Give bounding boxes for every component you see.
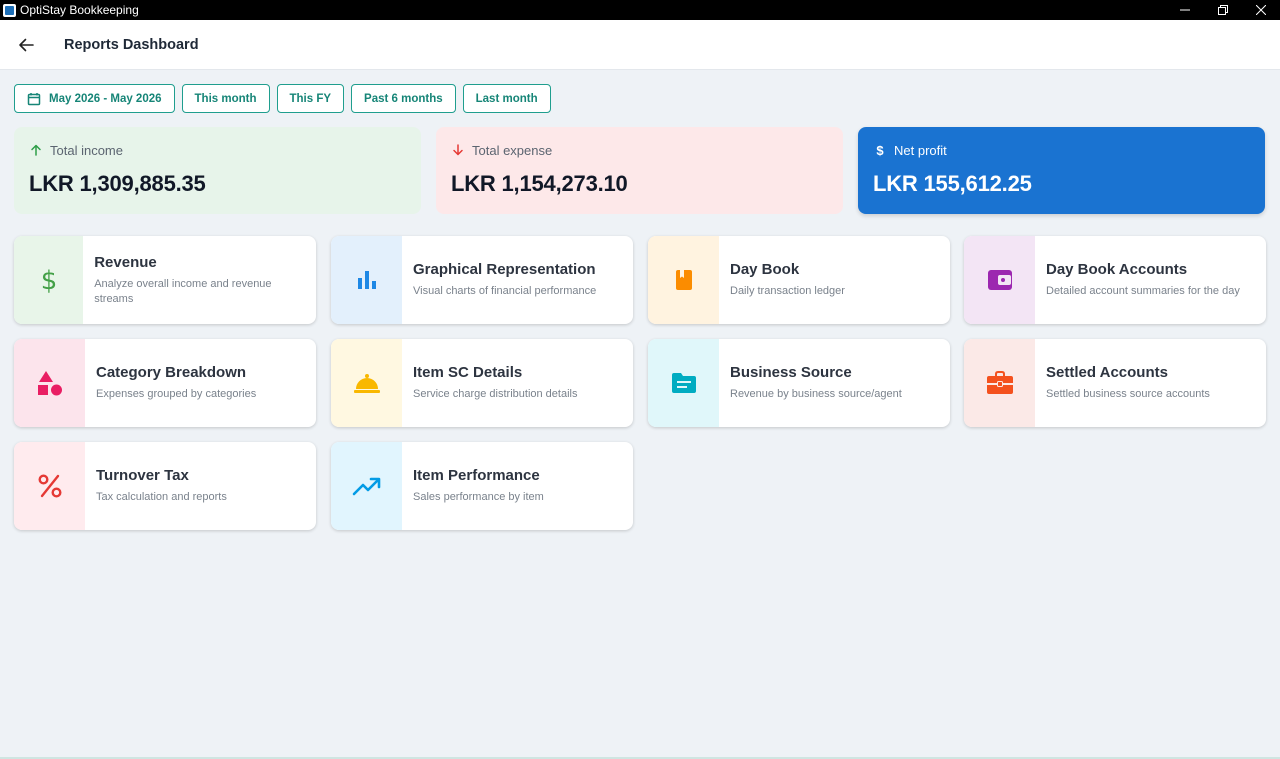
report-title: Day Book	[730, 261, 800, 278]
svg-text:$: $	[40, 266, 57, 294]
report-graphical-representation[interactable]: Graphical Representation Visual charts o…	[331, 236, 633, 324]
report-turnover-tax[interactable]: Turnover Tax Tax calculation and reports	[14, 442, 316, 530]
book-icon	[675, 270, 692, 290]
arrow-down-icon	[451, 144, 465, 156]
report-subtitle: Sales performance by item	[413, 491, 544, 503]
report-title: Settled Accounts	[1046, 364, 1168, 381]
briefcase-icon	[986, 371, 1013, 394]
dollar-icon: $	[876, 142, 884, 158]
arrow-up-icon	[29, 144, 43, 156]
past-6-months-chip[interactable]: Past 6 months	[351, 84, 456, 113]
report-subtitle: Service charge distribution details	[413, 388, 578, 400]
total-income-label: Total income	[50, 142, 123, 158]
report-subtitle: Visual charts of financial performance	[413, 285, 597, 297]
report-title: Category Breakdown	[96, 364, 247, 381]
calendar-icon	[27, 92, 41, 105]
report-item-sc-details[interactable]: Item SC Details Service charge distribut…	[331, 339, 633, 427]
total-expense-label: Total expense	[472, 142, 553, 158]
report-business-source[interactable]: Business Source Revenue by business sour…	[648, 339, 950, 427]
percent-icon	[38, 474, 61, 498]
report-settled-accounts[interactable]: Settled Accounts Settled business source…	[964, 339, 1266, 427]
window-titlebar: OptiStay Bookkeeping	[0, 0, 1280, 20]
date-filter-bar: May 2026 - May 2026 This month This FY P…	[14, 84, 551, 113]
total-expense-value: LKR 1,154,273.10	[451, 171, 628, 196]
app-logo-icon	[3, 3, 16, 17]
net-profit-label: Net profit	[894, 142, 947, 158]
window-controls	[1166, 0, 1280, 20]
last-month-chip[interactable]: Last month	[462, 84, 551, 113]
minimize-icon[interactable]	[1166, 0, 1204, 20]
report-title: Turnover Tax	[96, 467, 189, 484]
report-title: Graphical Representation	[413, 261, 596, 278]
bar-chart-icon	[357, 271, 376, 289]
report-category-breakdown[interactable]: Category Breakdown Expenses grouped by c…	[14, 339, 316, 427]
page-title: Reports Dashboard	[64, 36, 199, 53]
report-day-book-accounts[interactable]: Day Book Accounts Detailed account summa…	[964, 236, 1266, 324]
report-subtitle: Settled business source accounts	[1046, 388, 1210, 400]
category-icon	[37, 371, 62, 396]
report-subtitle: Expenses grouped by categories	[96, 388, 257, 400]
dollar-icon: $	[40, 266, 57, 294]
total-expense-card: Total expense LKR 1,154,273.10	[436, 127, 843, 214]
app-bar: Reports Dashboard	[0, 20, 1280, 70]
report-subtitle: Daily transaction ledger	[730, 285, 845, 297]
room-service-icon	[353, 374, 380, 393]
total-income-card: Total income LKR 1,309,885.35	[14, 127, 421, 214]
report-revenue[interactable]: $ Revenue Analyze overall income and rev…	[14, 236, 316, 324]
report-title: Business Source	[730, 364, 852, 381]
report-title: Item SC Details	[413, 364, 523, 381]
net-profit-card: $ Net profit LKR 155,612.25	[858, 127, 1265, 214]
source-icon	[671, 373, 696, 393]
report-item-performance[interactable]: Item Performance Sales performance by it…	[331, 442, 633, 530]
window-title: OptiStay Bookkeeping	[20, 3, 139, 17]
close-icon[interactable]	[1242, 0, 1280, 20]
restore-icon[interactable]	[1204, 0, 1242, 20]
report-title: Item Performance	[413, 467, 540, 484]
report-subtitle: Detailed account summaries for the day	[1046, 285, 1240, 297]
date-range-chip[interactable]: May 2026 - May 2026	[14, 84, 175, 113]
report-subtitle: Analyze overall income and revenue strea…	[94, 277, 272, 305]
total-income-value: LKR 1,309,885.35	[29, 171, 206, 196]
report-subtitle: Tax calculation and reports	[96, 491, 227, 503]
back-button[interactable]	[8, 27, 44, 63]
report-title: Revenue	[94, 253, 157, 271]
report-subtitle: Revenue by business source/agent	[730, 388, 902, 400]
date-range-label: May 2026 - May 2026	[49, 92, 162, 105]
wallet-icon	[987, 270, 1012, 290]
net-profit-value: LKR 155,612.25	[873, 171, 1032, 196]
report-title: Day Book Accounts	[1046, 261, 1188, 278]
report-day-book[interactable]: Day Book Daily transaction ledger	[648, 236, 950, 324]
this-month-chip[interactable]: This month	[181, 84, 270, 113]
trending-up-icon	[352, 477, 380, 496]
arrow-left-icon	[19, 38, 34, 51]
this-fy-chip[interactable]: This FY	[276, 84, 345, 113]
